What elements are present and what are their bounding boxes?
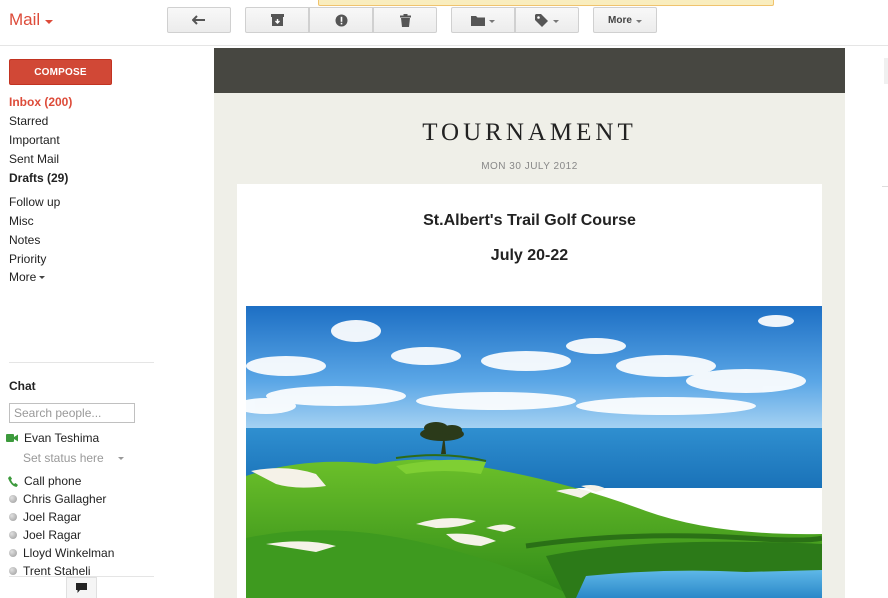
sidebar-item-important[interactable]: Important: [9, 133, 60, 147]
chat-toggle-button[interactable]: [66, 577, 97, 598]
offline-status-icon: [9, 567, 17, 575]
chat-self-name: Evan Teshima: [24, 431, 100, 445]
venue-heading: St.Albert's Trail Golf Course: [423, 212, 636, 229]
sidebar-item-notes[interactable]: Notes: [9, 233, 40, 247]
label-tag-icon: [535, 13, 548, 27]
newsletter-title: TOURNAMENT: [422, 119, 637, 146]
newsletter-header-band: [214, 48, 845, 93]
chevron-down-icon: [117, 456, 124, 460]
chevron-down-icon: [635, 19, 642, 23]
sidebar-item-priority[interactable]: Priority: [9, 252, 46, 266]
call-phone-link[interactable]: Call phone: [8, 474, 81, 488]
sidebar-item-sent-mail[interactable]: Sent Mail: [9, 152, 59, 166]
offline-status-icon: [9, 513, 17, 521]
golf-course-image: [246, 306, 822, 598]
status-text: Set status here: [23, 451, 104, 465]
notification-bar: [318, 0, 774, 6]
offline-status-icon: [9, 549, 17, 557]
contact-name: Joel Ragar: [23, 528, 82, 542]
archive-icon: [270, 14, 284, 26]
app-title: Mail: [9, 10, 41, 29]
event-dates: July 20-22: [490, 247, 569, 264]
more-actions-button[interactable]: More: [593, 7, 657, 33]
chat-contact[interactable]: Joel Ragar: [9, 528, 81, 542]
sidebar-item-more[interactable]: More: [9, 270, 46, 284]
sidebar-more-label: More: [9, 270, 37, 284]
report-spam-button[interactable]: [309, 7, 373, 33]
right-panel-divider: [882, 186, 888, 187]
more-label: More: [608, 14, 632, 26]
chevron-down-icon: [39, 276, 46, 280]
spam-icon: [335, 14, 347, 26]
chat-contact[interactable]: Lloyd Winkelman: [9, 546, 114, 560]
chat-title: Chat: [9, 379, 36, 393]
offline-status-icon: [9, 495, 17, 503]
archive-button[interactable]: [245, 7, 309, 33]
chevron-down-icon: [489, 19, 495, 23]
chevron-down-icon: [553, 19, 559, 23]
chat-bubble-icon: [76, 583, 87, 593]
chat-self[interactable]: Evan Teshima: [6, 431, 99, 445]
sidebar-item-inbox[interactable]: Inbox (200): [9, 95, 72, 109]
chat-search-input[interactable]: [9, 403, 135, 423]
chevron-down-icon: [45, 19, 54, 24]
sidebar-item-starred[interactable]: Starred: [9, 114, 48, 128]
mail-menu[interactable]: Mail: [9, 10, 54, 30]
sidebar-item-misc[interactable]: Misc: [9, 214, 34, 228]
newsletter-date: MON 30 JULY 2012: [481, 161, 578, 172]
sidebar-item-drafts[interactable]: Drafts (29): [9, 171, 68, 185]
sidebar-divider: [9, 362, 154, 363]
offline-status-icon: [9, 531, 17, 539]
phone-icon: [8, 475, 18, 487]
sidebar-item-follow-up[interactable]: Follow up: [9, 195, 60, 209]
video-camera-icon: [6, 434, 18, 442]
move-to-button[interactable]: [451, 7, 515, 33]
contact-name: Joel Ragar: [23, 510, 82, 524]
call-phone-label: Call phone: [24, 474, 82, 488]
top-toolbar: Mail More: [0, 0, 888, 46]
delete-button[interactable]: [373, 7, 437, 33]
chat-contact[interactable]: Joel Ragar: [9, 510, 81, 524]
compose-button[interactable]: COMPOSE: [9, 59, 112, 85]
folder-icon: [471, 15, 485, 26]
chat-contact[interactable]: Chris Gallagher: [9, 492, 106, 506]
trash-icon: [399, 13, 411, 27]
right-panel-edge: [884, 58, 888, 84]
contact-name: Chris Gallagher: [23, 492, 107, 506]
back-arrow-icon: [192, 15, 205, 25]
labels-button[interactable]: [515, 7, 579, 33]
set-status-dropdown[interactable]: Set status here: [23, 451, 124, 465]
back-button[interactable]: [167, 7, 231, 33]
contact-name: Lloyd Winkelman: [23, 546, 115, 560]
